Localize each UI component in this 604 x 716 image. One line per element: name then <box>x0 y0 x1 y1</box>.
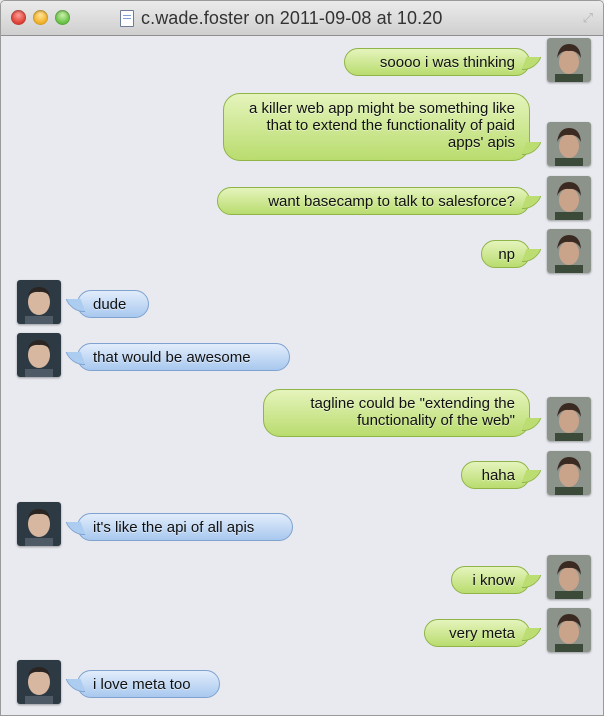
window-title: c.wade.foster on 2011-09-08 at 10.20 <box>141 8 443 28</box>
incoming-message: dude <box>77 290 149 318</box>
avatar <box>547 38 591 82</box>
outgoing-message: haha <box>461 461 530 489</box>
message-text: very meta <box>449 625 515 642</box>
incoming-message: it's like the api of all apis <box>77 513 293 541</box>
outgoing-message: soooo i was thinking <box>344 48 530 76</box>
outgoing-message: very meta <box>424 619 530 647</box>
title-bar[interactable]: c.wade.foster on 2011-09-08 at 10.20 ⤢ <box>1 1 603 36</box>
message-text: haha <box>481 467 515 484</box>
close-icon[interactable] <box>11 10 26 25</box>
avatar <box>547 451 591 495</box>
fullscreen-icon[interactable]: ⤢ <box>583 10 593 26</box>
chat-transcript[interactable]: soooo i was thinking a killer web app mi… <box>1 36 603 715</box>
avatar <box>17 660 61 704</box>
message-text: tagline could be "extending the function… <box>310 395 515 429</box>
message-text: np <box>498 246 515 263</box>
avatar <box>17 280 61 324</box>
outgoing-message: tagline could be "extending the function… <box>263 389 530 437</box>
message-text: i love meta too <box>93 676 191 693</box>
message-text: it's like the api of all apis <box>93 519 255 536</box>
avatar <box>17 333 61 377</box>
document-icon <box>120 10 134 27</box>
outgoing-message: want basecamp to talk to salesforce? <box>217 187 530 215</box>
message-text: i know <box>472 572 515 589</box>
avatar <box>17 502 61 546</box>
message-text: dude <box>93 296 127 313</box>
avatar <box>547 176 591 220</box>
message-text: soooo i was thinking <box>379 54 515 71</box>
avatar <box>547 229 591 273</box>
message-text: that would be awesome <box>93 349 251 366</box>
incoming-message: i love meta too <box>77 670 220 698</box>
incoming-message: that would be awesome <box>77 343 290 371</box>
avatar <box>547 122 591 166</box>
chat-window: c.wade.foster on 2011-09-08 at 10.20 ⤢ s… <box>0 0 604 716</box>
minimize-icon[interactable] <box>33 10 48 25</box>
message-text: want basecamp to talk to salesforce? <box>268 193 515 210</box>
avatar <box>547 608 591 652</box>
avatar <box>547 555 591 599</box>
message-text: a killer web app might be something like… <box>249 100 515 151</box>
outgoing-message: i know <box>451 566 530 594</box>
avatar <box>547 397 591 441</box>
outgoing-message: np <box>481 240 530 268</box>
zoom-icon[interactable] <box>55 10 70 25</box>
outgoing-message: a killer web app might be something like… <box>223 93 530 161</box>
